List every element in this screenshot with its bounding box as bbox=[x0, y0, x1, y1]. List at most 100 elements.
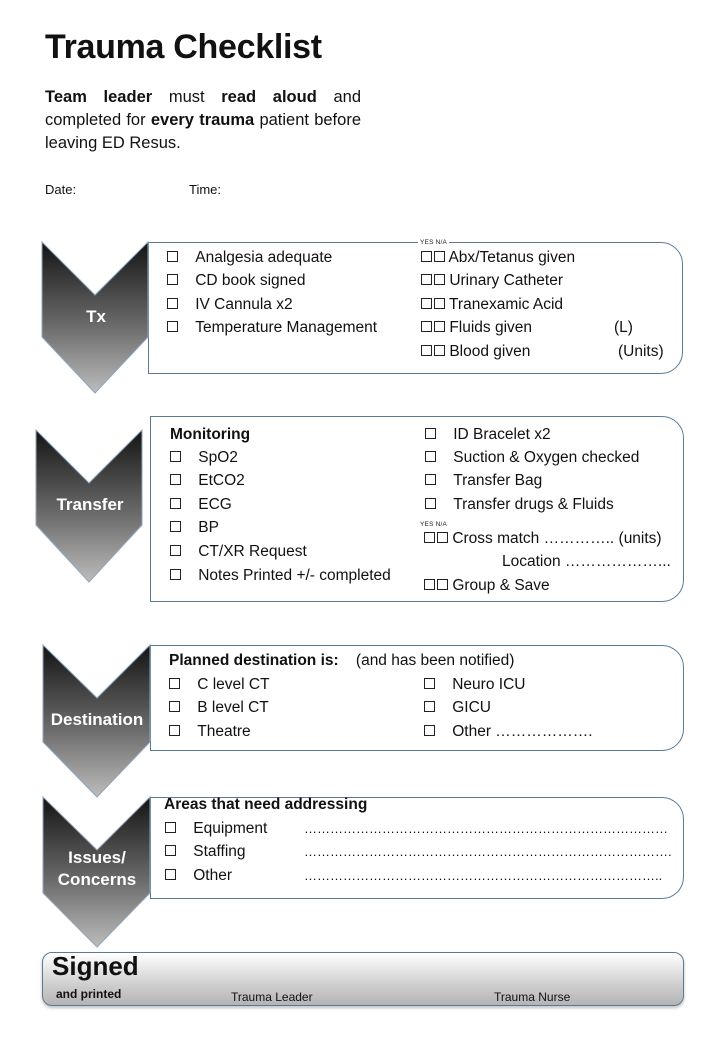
item-label: Other bbox=[193, 867, 232, 884]
na-checkbox[interactable] bbox=[437, 531, 448, 543]
item-label: Transfer Bag bbox=[453, 472, 543, 489]
transfer-item-suction: Suction & Oxygen checked bbox=[425, 448, 639, 468]
checkbox[interactable] bbox=[170, 568, 181, 580]
checkbox[interactable] bbox=[167, 273, 178, 285]
transfer-item-group-save: Group & Save bbox=[424, 576, 550, 596]
item-label: CT/XR Request bbox=[198, 543, 307, 560]
tx-item-temperature: Temperature Management bbox=[167, 318, 377, 338]
checkbox[interactable] bbox=[170, 473, 181, 485]
signed-subtitle: and printed bbox=[56, 987, 122, 1001]
issues-label-line1: Issues/ bbox=[68, 848, 126, 867]
issues-item-staffing: Staffing bbox=[165, 842, 246, 862]
yes-checkbox[interactable] bbox=[421, 344, 432, 356]
issues-item-equipment: Equipment bbox=[165, 819, 267, 839]
item-label: EtCO2 bbox=[198, 472, 245, 489]
date-field[interactable]: Date: bbox=[45, 182, 76, 197]
checkbox[interactable] bbox=[170, 520, 181, 532]
checkbox[interactable] bbox=[424, 724, 435, 736]
na-label: N/A bbox=[435, 521, 448, 528]
checkbox[interactable] bbox=[169, 677, 180, 689]
na-checkbox[interactable] bbox=[437, 578, 448, 590]
yes-checkbox[interactable] bbox=[424, 578, 435, 590]
yes-checkbox[interactable] bbox=[421, 320, 432, 332]
tx-item-tranexamic: Tranexamic Acid bbox=[421, 295, 563, 315]
yes-checkbox[interactable] bbox=[424, 531, 435, 543]
checkbox[interactable] bbox=[169, 700, 180, 712]
tx-fluids-unit: (L) bbox=[614, 319, 633, 336]
destination-item-theatre: Theatre bbox=[169, 722, 251, 742]
checkbox[interactable] bbox=[425, 497, 436, 509]
na-checkbox[interactable] bbox=[434, 320, 445, 332]
checkbox[interactable] bbox=[165, 821, 176, 833]
checkbox[interactable] bbox=[170, 497, 181, 509]
checkbox[interactable] bbox=[425, 473, 436, 485]
issues-item-other: Other bbox=[165, 866, 232, 886]
transfer-location-field[interactable]: Location ………………... bbox=[502, 552, 671, 572]
transfer-item-ct-xr: CT/XR Request bbox=[170, 542, 307, 562]
checkbox[interactable] bbox=[167, 297, 178, 309]
yes-checkbox[interactable] bbox=[421, 297, 432, 309]
checkbox[interactable] bbox=[167, 320, 178, 332]
checkbox[interactable] bbox=[165, 868, 176, 880]
intro-text-part: must bbox=[152, 88, 222, 106]
transfer-item-bp: BP bbox=[170, 518, 219, 538]
signed-title: Signed bbox=[52, 951, 139, 981]
yes-label: YES bbox=[420, 239, 434, 246]
item-label: Cross match ………….. (units) bbox=[452, 530, 662, 547]
issues-equipment-blank[interactable]: ………………………………………………………………………… bbox=[304, 819, 668, 839]
checkbox[interactable] bbox=[170, 450, 181, 462]
page-title: Trauma Checklist bbox=[45, 28, 322, 66]
na-checkbox[interactable] bbox=[434, 344, 445, 356]
tx-blood-unit: (Units) bbox=[618, 343, 664, 360]
destination-item-other: Other ………………. bbox=[424, 722, 593, 742]
na-checkbox[interactable] bbox=[434, 297, 445, 309]
item-label: B level CT bbox=[197, 699, 269, 716]
checkbox[interactable] bbox=[425, 450, 436, 462]
issues-label-line2: Concerns bbox=[57, 870, 137, 889]
destination-heading-text: Planned destination is: bbox=[169, 652, 339, 669]
item-label: BP bbox=[198, 519, 219, 536]
trauma-leader-signature-field[interactable]: Trauma Leader bbox=[231, 990, 313, 1004]
intro-bold-team-leader: Team leader bbox=[45, 88, 153, 106]
checkbox[interactable] bbox=[169, 724, 180, 736]
checkbox[interactable] bbox=[424, 677, 435, 689]
yes-checkbox[interactable] bbox=[421, 250, 432, 262]
na-checkbox[interactable] bbox=[434, 250, 445, 262]
transfer-yes-na-header: YES N/A bbox=[420, 521, 447, 528]
tx-item-fluids: Fluids given bbox=[421, 318, 532, 338]
transfer-item-crossmatch: Cross match ………….. (units) bbox=[424, 529, 662, 549]
checkbox[interactable] bbox=[425, 427, 436, 439]
transfer-label: Transfer bbox=[56, 495, 124, 514]
transfer-item-drugs-fluids: Transfer drugs & Fluids bbox=[425, 495, 614, 515]
na-checkbox[interactable] bbox=[434, 273, 445, 285]
destination-item-c-level-ct: C level CT bbox=[169, 675, 270, 695]
checkbox[interactable] bbox=[170, 544, 181, 556]
tx-item-abx: Abx/Tetanus given bbox=[421, 248, 575, 268]
item-label: Urinary Catheter bbox=[449, 272, 564, 289]
intro-bold-read-aloud: read aloud bbox=[221, 88, 317, 106]
item-label: CD book signed bbox=[195, 272, 306, 289]
item-label: GICU bbox=[452, 699, 491, 716]
transfer-item-ecg: ECG bbox=[170, 495, 232, 515]
item-label: Suction & Oxygen checked bbox=[453, 449, 640, 466]
item-label: Staffing bbox=[193, 843, 246, 860]
yes-checkbox[interactable] bbox=[421, 273, 432, 285]
transfer-item-transfer-bag: Transfer Bag bbox=[425, 471, 542, 491]
checkbox[interactable] bbox=[167, 250, 178, 262]
monitoring-heading: Monitoring bbox=[170, 426, 251, 443]
tx-item-blood: Blood given bbox=[421, 342, 530, 362]
issues-other-blank[interactable]: ……………………………………………………………………….. bbox=[304, 866, 662, 886]
trauma-nurse-signature-field[interactable]: Trauma Nurse bbox=[494, 990, 570, 1004]
tx-item-cd-book: CD book signed bbox=[167, 271, 306, 291]
item-label: Theatre bbox=[197, 723, 251, 740]
issues-staffing-blank[interactable]: …………………………………………………………………………. bbox=[304, 842, 672, 862]
item-label: Notes Printed +/- completed bbox=[198, 567, 391, 584]
checkbox[interactable] bbox=[165, 844, 176, 856]
item-label: IV Cannula x2 bbox=[195, 296, 293, 313]
item-label: Equipment bbox=[193, 820, 268, 837]
item-label: Transfer drugs & Fluids bbox=[453, 496, 614, 513]
time-field[interactable]: Time: bbox=[189, 182, 221, 197]
item-label: ECG bbox=[198, 496, 232, 513]
issues-label: Issues/Concerns bbox=[40, 847, 154, 891]
checkbox[interactable] bbox=[424, 700, 435, 712]
